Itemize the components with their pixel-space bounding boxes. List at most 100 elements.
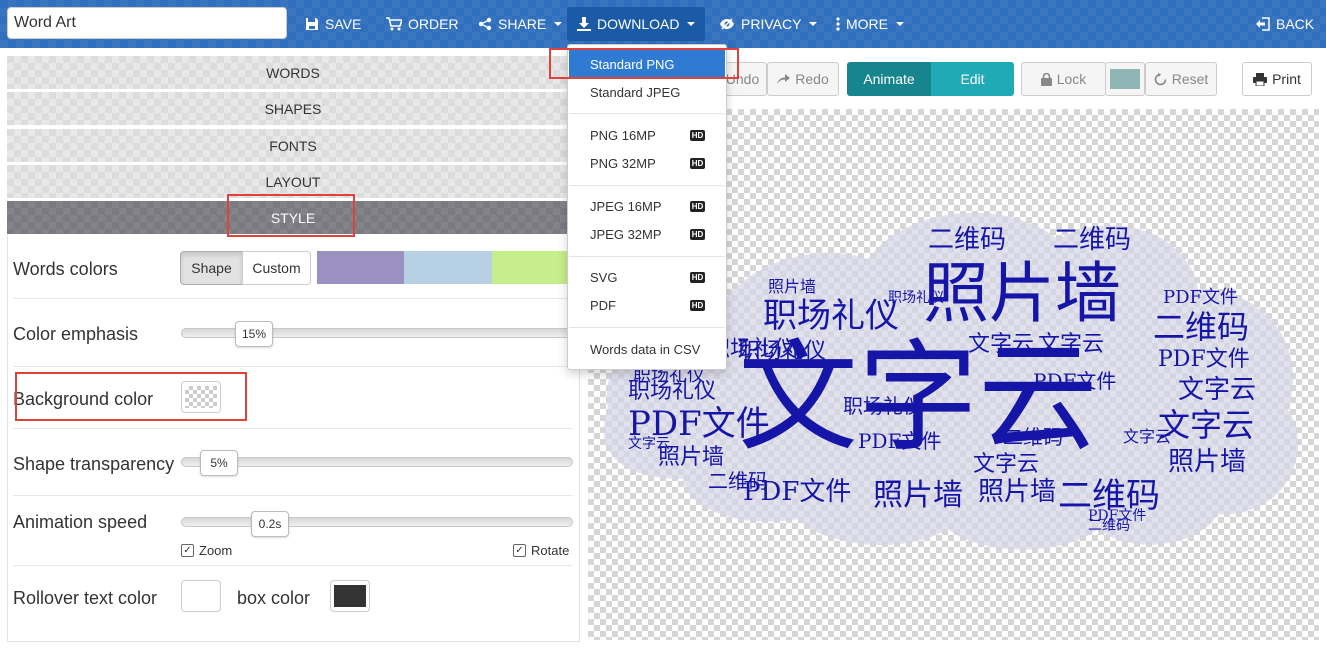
box-color-label: box color [237,588,311,608]
redo-button[interactable]: Redo [767,62,839,96]
hd-badge: HD [690,300,705,311]
download-menu-item[interactable]: PNG 16MP HD [569,121,725,149]
style-panel [7,235,580,642]
animate-button[interactable]: Animate [847,62,931,96]
palette-color[interactable] [491,251,579,284]
download-icon [577,17,591,31]
reset-icon [1154,72,1167,85]
cloud-word: 文字云 [968,332,1035,357]
rotate-checkbox[interactable]: ✓ Rotate [513,543,569,558]
edit-label: Edit [960,71,985,87]
cloud-word: 职场礼仪 [888,290,944,306]
cloud-word: 二维码 [1153,308,1250,346]
shape-transparency-label: Shape transparency [13,454,175,474]
section-style-label: STYLE [270,209,316,226]
cloud-word: PDF文件 [1163,287,1239,308]
cloud-word: 二维码 [708,469,768,493]
box-color-swatch[interactable] [330,580,370,612]
menu-divider [569,327,725,328]
cloud-word: 文字云 [973,452,1040,477]
menu-item-label: PNG 16MP [590,127,656,143]
section-shapes[interactable]: SHAPES [7,92,579,125]
menu-item-label: Standard JPEG [590,84,681,100]
more-button[interactable]: MORE [836,0,904,48]
reset-button[interactable]: Reset [1145,62,1217,96]
cloud-word: 职场礼仪 [843,394,923,418]
reset-label: Reset [1171,71,1209,87]
cloud-word: 二维码 [1053,225,1132,255]
save-icon [306,18,318,30]
animation-speed-slider[interactable] [181,517,573,527]
section-layout[interactable]: LAYOUT [7,165,579,198]
rollover-text-color-label: Rollover text color [13,588,158,608]
menu-item-label: JPEG 16MP [590,198,662,214]
share-icon [478,17,492,31]
download-menu-item[interactable]: JPEG 16MP HD [569,192,725,220]
menu-divider [569,256,725,257]
section-fonts-label: FONTS [269,137,317,154]
edit-button[interactable]: Edit [931,62,1014,96]
rotate-label: Rotate [531,543,570,558]
shape-colors-label: Shape [191,260,232,276]
background-color-swatch[interactable] [181,381,221,413]
menu-item-label: PDF [590,297,616,313]
palette-color[interactable] [317,251,405,284]
download-button[interactable]: DOWNLOAD [567,7,706,41]
hd-badge: HD [690,158,705,169]
palette-color[interactable] [404,251,492,284]
download-menu-item[interactable]: Standard PNG [569,50,725,78]
cloud-word: 照片墙 [1168,447,1247,477]
shape-transparency-slider[interactable] [181,457,573,467]
section-words-label: WORDS [266,64,320,81]
color-emphasis-handle[interactable]: 15% [235,321,273,347]
lock-color-button[interactable] [1105,62,1145,96]
cloud-word: 二维码 [1003,425,1063,449]
color-palette[interactable] [317,251,579,284]
save-label: SAVE [325,16,362,32]
section-fonts[interactable]: FONTS [7,129,579,162]
title-input[interactable] [7,7,287,39]
divider [13,495,573,496]
custom-colors-label: Custom [252,260,301,276]
cloud-word: 文字云 [1178,375,1257,405]
animation-speed-handle[interactable]: 0.2s [251,511,289,537]
redo-label: Redo [795,71,829,87]
cloud-word: 二维码 [928,225,1007,255]
shape-transparency-handle[interactable]: 5% [200,450,238,476]
download-menu-item[interactable]: PDF HD [569,291,725,319]
section-style[interactable]: STYLE [7,201,579,234]
lock-label: Lock [1056,71,1087,87]
download-menu-item[interactable]: Standard JPEG [569,78,725,106]
download-menu-item[interactable]: PNG 32MP HD [569,149,725,177]
shape-colors-button[interactable]: Shape [180,251,243,285]
download-menu-item[interactable]: Words data in CSV [569,335,725,363]
zoom-checkbox[interactable]: ✓ Zoom [181,543,232,558]
download-menu-item[interactable]: SVG HD [569,263,725,291]
cloud-word: 照片墙 [873,478,963,513]
download-menu-item[interactable]: JPEG 32MP HD [569,220,725,248]
print-button[interactable]: Print [1242,62,1312,96]
menu-item-label: SVG [590,269,618,285]
hd-badge: HD [690,201,705,212]
lock-icon [1040,72,1052,86]
cloud-word: 文字云 [1123,427,1172,446]
back-button[interactable]: BACK [1256,0,1314,48]
section-layout-label: LAYOUT [265,173,321,190]
hd-badge: HD [690,130,705,141]
save-button[interactable]: SAVE [305,0,361,48]
more-label: MORE [846,16,888,32]
custom-colors-button[interactable]: Custom [242,251,311,285]
order-button[interactable]: ORDER [386,0,459,48]
lock-button[interactable]: Lock [1021,62,1106,96]
box-color-fill [334,585,366,607]
divider [13,298,573,299]
privacy-button[interactable]: PRIVACY [719,0,818,48]
share-button[interactable]: SHARE [478,0,563,48]
color-emphasis-label: Color emphasis [13,324,139,344]
menu-item-label: Standard PNG [590,56,675,72]
section-words[interactable]: WORDS [7,56,579,89]
chevron-down-icon [896,22,904,26]
divider [13,428,573,429]
rollover-text-color-swatch[interactable] [181,580,221,612]
share-label: SHARE [498,16,547,32]
